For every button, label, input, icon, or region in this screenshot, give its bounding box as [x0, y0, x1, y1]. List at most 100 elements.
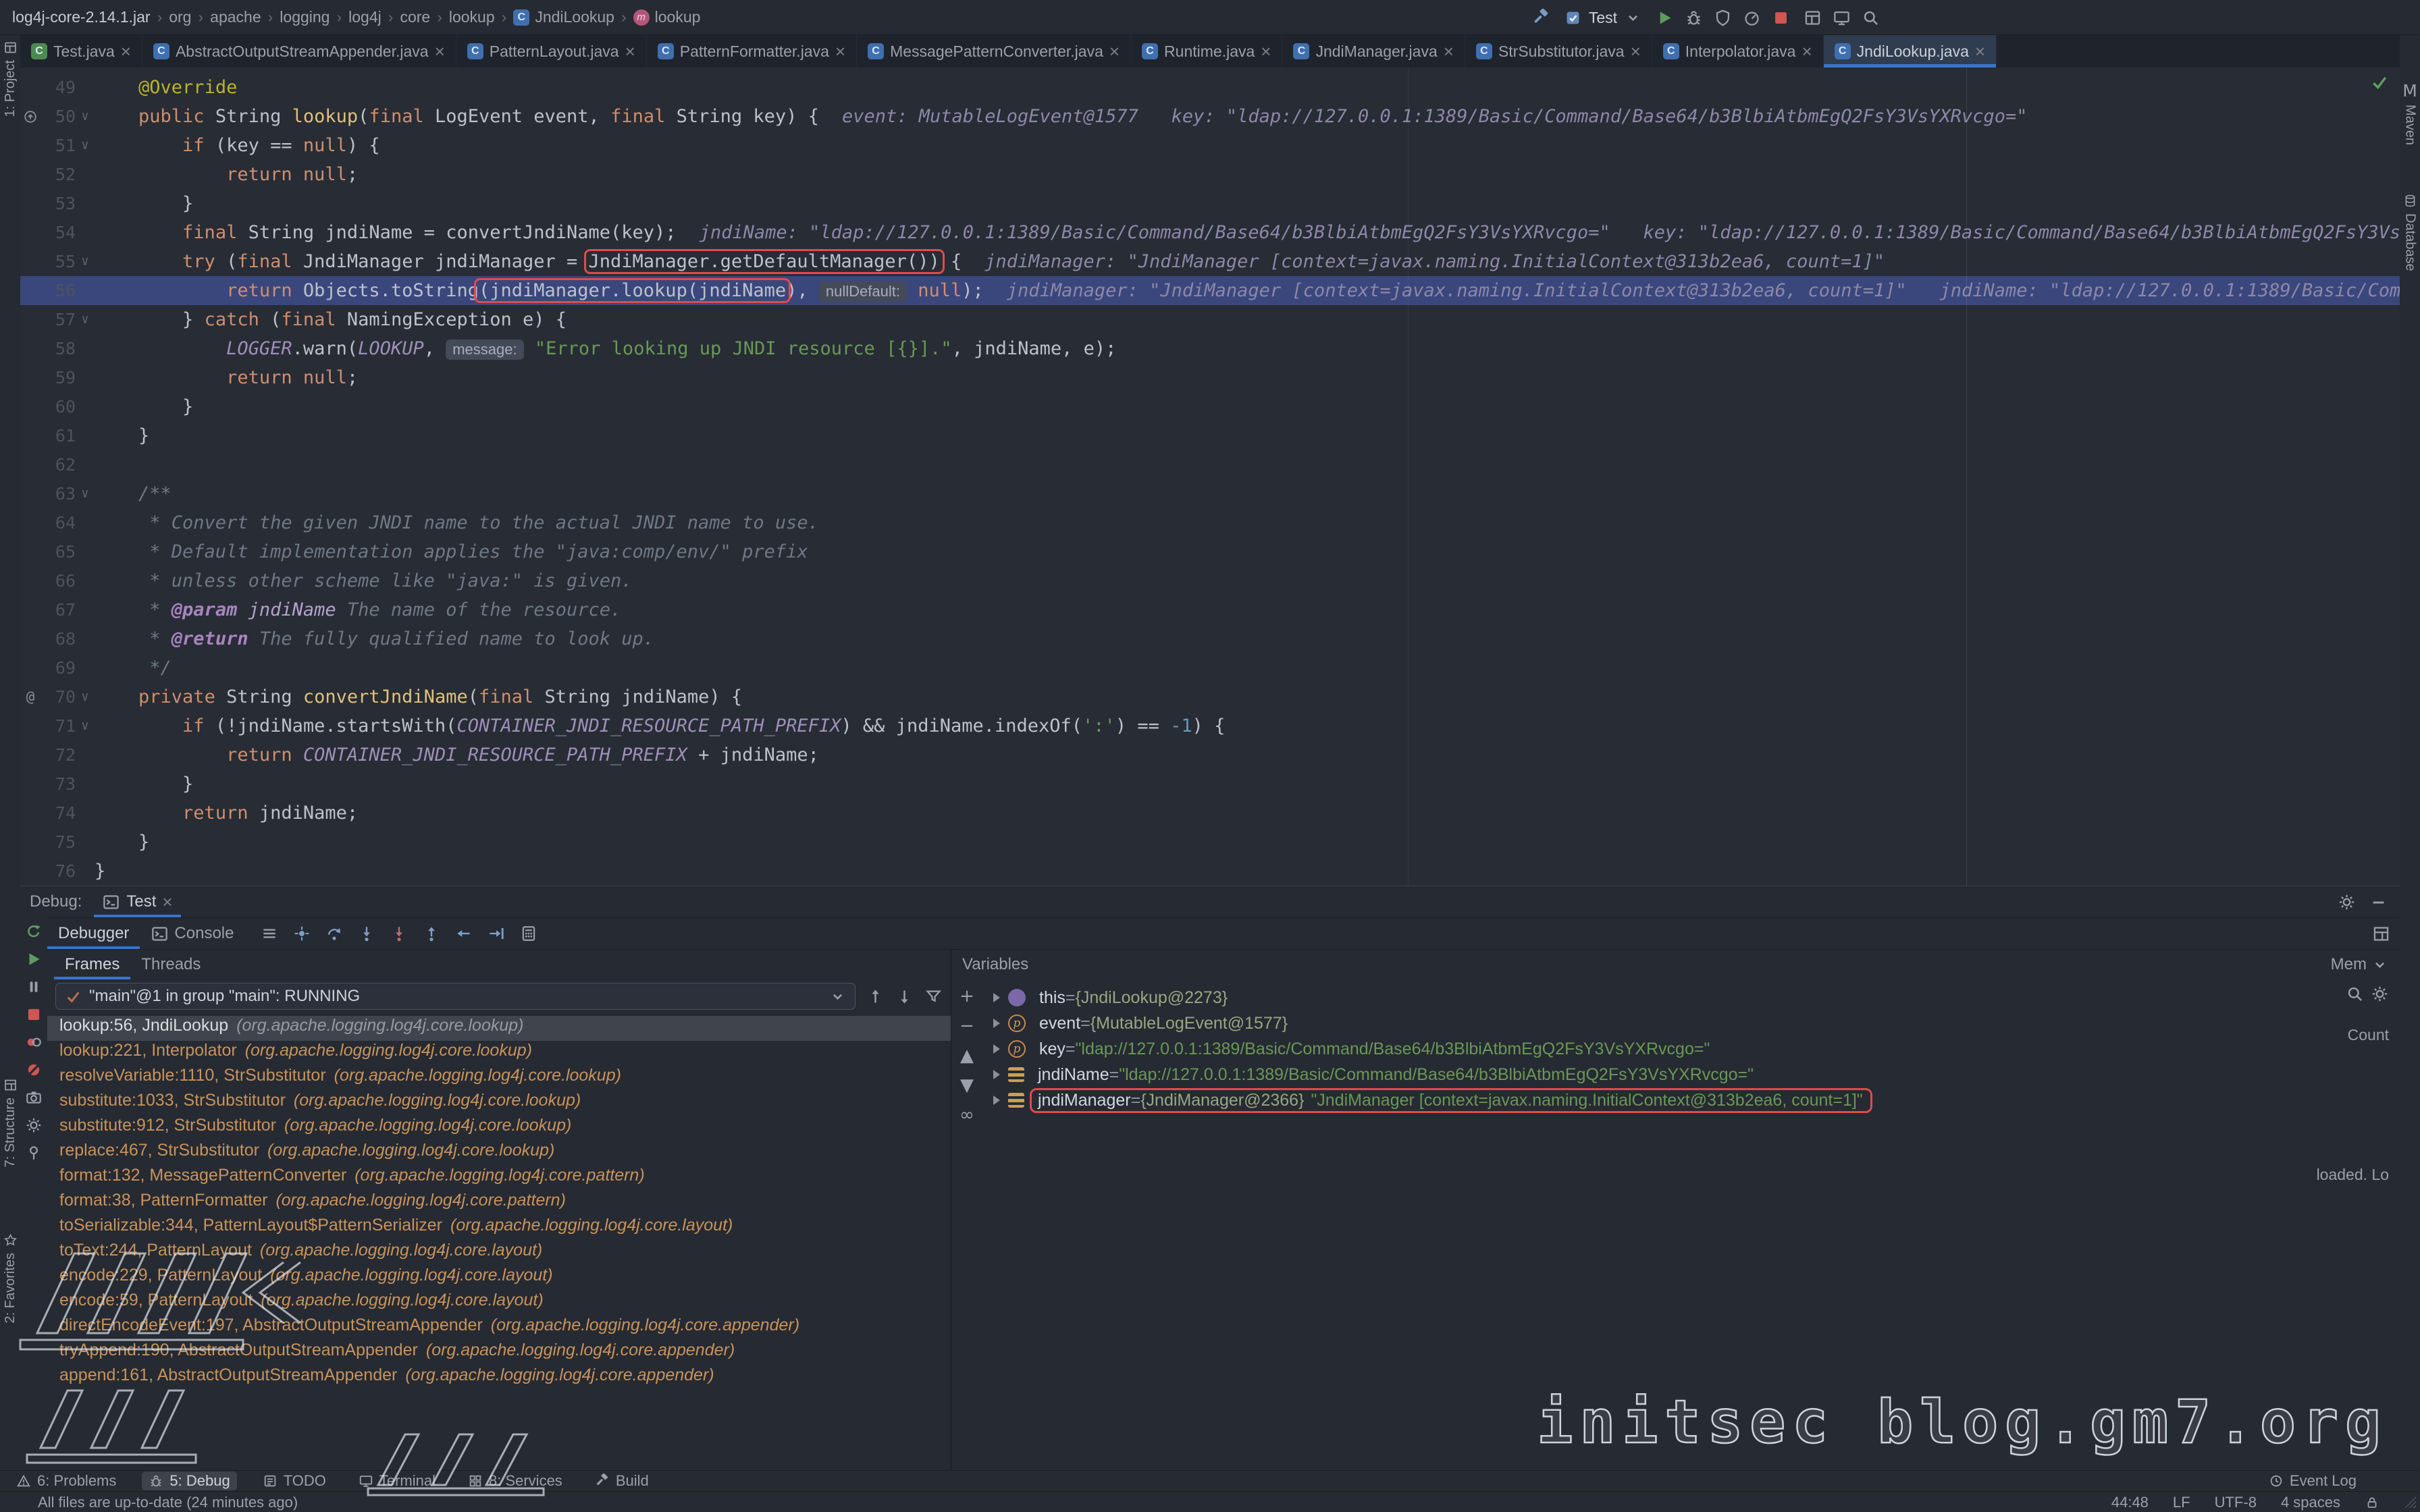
toolwindow-button-build[interactable]: Build: [588, 1472, 656, 1490]
chevron-right-icon[interactable]: [993, 1070, 1000, 1079]
debugger-settings-button[interactable]: [25, 1116, 43, 1134]
editor-tab-patternformatter[interactable]: CPatternFormatter.java×: [647, 35, 857, 68]
chevron-right-icon[interactable]: [993, 1019, 1000, 1028]
tab-debugger[interactable]: Debugger: [47, 918, 140, 949]
toolwindow-button-todo[interactable]: TODO: [256, 1472, 333, 1490]
editor[interactable]: 49 @Override50∨ public String lookup(fin…: [20, 68, 2400, 886]
move-up-button[interactable]: ▲: [960, 1047, 974, 1064]
stack-frame-row[interactable]: format:38, PatternFormatter(org.apache.l…: [47, 1191, 951, 1216]
thread-dump-button[interactable]: [25, 1089, 43, 1106]
stack-frame-row[interactable]: lookup:221, Interpolator(org.apache.logg…: [47, 1041, 951, 1066]
fold-marker[interactable]: ∨: [76, 131, 95, 160]
force-step-into-button[interactable]: [385, 920, 413, 947]
next-frame-button[interactable]: [895, 988, 914, 1006]
event-log-button[interactable]: Event Log: [2269, 1472, 2357, 1490]
evaluate-expression-button[interactable]: [515, 920, 543, 947]
chevron-right-icon[interactable]: [993, 1044, 1000, 1054]
editor-tab-jndimanager[interactable]: CJndiManager.java×: [1282, 35, 1465, 68]
sidebar-item--favorites[interactable]: 2: Favorites: [0, 1233, 20, 1323]
indent-setting[interactable]: 4 spaces: [2281, 1494, 2340, 1511]
show-execution-point-button[interactable]: [288, 920, 316, 947]
move-down-button[interactable]: ▼: [960, 1077, 974, 1094]
add-watch-button[interactable]: +: [959, 988, 974, 1005]
toolwindow-button--debug[interactable]: 5: Debug: [142, 1472, 236, 1490]
toolwindow-button-terminal[interactable]: Terminal: [352, 1472, 442, 1490]
search-icon[interactable]: [2346, 985, 2364, 1003]
stop-button[interactable]: [25, 1006, 43, 1023]
thread-selector[interactable]: "main"@1 in group "main": RUNNING: [55, 983, 856, 1010]
fold-marker[interactable]: ∨: [76, 479, 95, 508]
close-icon[interactable]: ×: [1261, 43, 1271, 60]
gear-icon[interactable]: [2371, 985, 2389, 1003]
layout-settings-icon[interactable]: [2372, 925, 2390, 943]
close-icon[interactable]: ×: [1975, 43, 1985, 60]
fold-marker[interactable]: ∨: [76, 305, 95, 334]
fold-marker[interactable]: ∨: [76, 247, 95, 276]
stack-frame-row[interactable]: substitute:1033, StrSubstitutor(org.apac…: [47, 1091, 951, 1116]
toolwindow-button--services[interactable]: 8: Services: [461, 1472, 569, 1490]
tab-frames[interactable]: Frames: [54, 950, 130, 979]
debug-button[interactable]: [1685, 9, 1703, 27]
remove-watch-button[interactable]: −: [959, 1017, 974, 1035]
fold-marker[interactable]: ∨: [76, 102, 95, 131]
editor-tab-strsubstitutor[interactable]: CStrSubstitutor.java×: [1465, 35, 1652, 68]
run-config-select[interactable]: Test: [1564, 9, 1642, 27]
variable-row[interactable]: jndiManager = {JndiManager@2366}"JndiMan…: [982, 1087, 2298, 1113]
fold-marker[interactable]: ∨: [76, 711, 95, 740]
close-icon[interactable]: ×: [1631, 43, 1641, 60]
variable-row[interactable]: pkey = "ldap://127.0.0.1:1389/Basic/Comm…: [982, 1036, 2298, 1062]
debug-session-tab[interactable]: Test ×: [94, 886, 180, 917]
close-icon[interactable]: ×: [1801, 43, 1812, 60]
inspections-ok-icon[interactable]: [2370, 73, 2389, 97]
toolwindow-button--problems[interactable]: 6: Problems: [9, 1472, 123, 1490]
chevron-right-icon[interactable]: [993, 993, 1000, 1002]
fold-marker[interactable]: ∨: [76, 682, 95, 711]
stack-frame-row[interactable]: substitute:912, StrSubstitutor(org.apach…: [47, 1116, 951, 1141]
coverage-button[interactable]: [1714, 9, 1732, 27]
project-structure-button[interactable]: [1804, 9, 1822, 27]
variable-row[interactable]: jndiName = "ldap://127.0.0.1:1389/Basic/…: [982, 1062, 2298, 1087]
sidebar-item-database[interactable]: Database: [2400, 194, 2420, 271]
stack-frame-row[interactable]: format:132, MessagePatternConverter(org.…: [47, 1166, 951, 1191]
step-into-button[interactable]: [352, 920, 381, 947]
close-icon[interactable]: ×: [121, 43, 131, 60]
breadcrumb-item[interactable]: apache: [210, 8, 261, 26]
stack-frame-row[interactable]: directEncodeEvent:197, AbstractOutputStr…: [47, 1316, 951, 1341]
breadcrumb-item[interactable]: log4j: [348, 8, 382, 26]
editor-tab-runtime[interactable]: CRuntime.java×: [1131, 35, 1282, 68]
memory-view-toggle[interactable]: Mem: [2331, 955, 2389, 974]
gear-icon[interactable]: [2338, 893, 2356, 911]
search-everywhere-button[interactable]: [1862, 9, 1880, 27]
resize-grip[interactable]: [2402, 1494, 2416, 1508]
sidebar-item--project[interactable]: 1: Project: [0, 40, 20, 117]
close-icon[interactable]: ×: [1109, 43, 1120, 60]
rerun-button[interactable]: [25, 923, 43, 940]
close-icon[interactable]: ×: [435, 43, 445, 60]
caret-position[interactable]: 44:48: [2111, 1494, 2149, 1511]
stack-frame-row[interactable]: replace:467, StrSubstitutor(org.apache.l…: [47, 1141, 951, 1166]
line-ending[interactable]: LF: [2173, 1494, 2190, 1511]
override-marker-icon[interactable]: [20, 102, 41, 131]
breadcrumb-item[interactable]: mlookup: [633, 8, 701, 26]
stack-frame-row[interactable]: encode:229, PatternLayout(org.apache.log…: [47, 1266, 951, 1291]
build-hammer-icon[interactable]: [1532, 9, 1550, 27]
watch-lambda-icon[interactable]: ∞: [959, 1106, 974, 1124]
chevron-right-icon[interactable]: [993, 1096, 1000, 1105]
encoding[interactable]: UTF-8: [2215, 1494, 2257, 1511]
stack-frame-row[interactable]: encode:59, PatternLayout(org.apache.logg…: [47, 1291, 951, 1316]
editor-tab-patternlayout[interactable]: CPatternLayout.java×: [456, 35, 647, 68]
tab-console[interactable]: Console: [140, 918, 244, 949]
close-icon[interactable]: ×: [1444, 43, 1454, 60]
stack-frame-row[interactable]: resolveVariable:1110, StrSubstitutor(org…: [47, 1066, 951, 1091]
close-icon[interactable]: ×: [162, 893, 172, 911]
stack-frame-row[interactable]: tryAppend:190, AbstractOutputStreamAppen…: [47, 1341, 951, 1366]
variable-row[interactable]: this = {JndiLookup@2273}: [982, 985, 2298, 1010]
breadcrumb-item[interactable]: org: [169, 8, 191, 26]
editor-tab-messagepatternconverter[interactable]: CMessagePatternConverter.java×: [857, 35, 1131, 68]
view-breakpoints-button[interactable]: [25, 1033, 43, 1051]
run-to-cursor-button[interactable]: [482, 920, 510, 947]
mute-breakpoints-button[interactable]: [25, 1061, 43, 1079]
annotation-marker-icon[interactable]: @: [20, 682, 41, 711]
stack-frame-row[interactable]: toText:244, PatternLayout(org.apache.log…: [47, 1241, 951, 1266]
sidebar-item--structure[interactable]: 7: Structure: [0, 1078, 20, 1167]
